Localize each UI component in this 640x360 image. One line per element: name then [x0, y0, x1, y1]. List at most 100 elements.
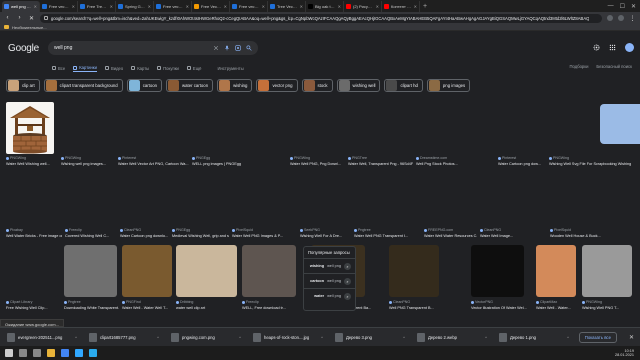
- start-icon[interactable]: [5, 349, 13, 357]
- result-source[interactable]: Pngtree: [64, 300, 81, 304]
- download-item[interactable]: Дерево 3.png ^: [332, 330, 408, 344]
- tools-button[interactable]: Инструменты: [217, 64, 243, 72]
- suggestion-chip[interactable]: stock: [301, 79, 333, 92]
- maximize-icon[interactable]: ☐: [620, 3, 625, 10]
- download-item[interactable]: clipart1685777.png ^: [86, 330, 162, 344]
- search-box[interactable]: well png: [48, 41, 258, 55]
- chevron-up-icon[interactable]: ^: [321, 335, 323, 340]
- result-source[interactable]: Freeclip: [65, 228, 82, 232]
- clock[interactable]: 10:19 28.01.2021: [615, 349, 640, 358]
- side-panel-preview[interactable]: [600, 104, 640, 144]
- close-tab-icon[interactable]: ✕: [34, 4, 37, 9]
- result-source[interactable]: Pixabay: [6, 228, 23, 232]
- search-icon[interactable]: [246, 45, 252, 51]
- chrome-icon[interactable]: [61, 349, 69, 357]
- related-item[interactable]: cartoon well png ⌕: [304, 273, 355, 288]
- result-image[interactable]: [582, 245, 632, 297]
- result-title[interactable]: Water Cartoon png dow...: [498, 162, 546, 166]
- result-title[interactable]: Downloading White Transparent...: [64, 306, 119, 310]
- extension-icon[interactable]: [607, 15, 613, 21]
- result-source[interactable]: Clipart Library: [6, 300, 32, 304]
- suggestion-chip[interactable]: cartoon: [126, 79, 163, 92]
- result-source[interactable]: ClipartMax: [536, 300, 557, 304]
- download-item[interactable]: Дерево 2.webp ^: [414, 330, 490, 344]
- download-item[interactable]: evergreen-202511...png ^: [4, 330, 80, 344]
- suggestion-chip[interactable]: water cartoon: [166, 79, 214, 92]
- result-title[interactable]: Water Well - Water Well T...: [122, 306, 173, 310]
- close-icon[interactable]: ✕: [623, 334, 640, 341]
- result-title[interactable]: Water Well Image...: [480, 234, 547, 238]
- close-window-icon[interactable]: ✕: [631, 3, 636, 10]
- bookmark-item[interactable]: Необязательные...: [12, 25, 47, 30]
- browser-tab[interactable]: well png - Google ...✕: [2, 0, 40, 12]
- result-source[interactable]: VectorPNG: [471, 300, 493, 304]
- result-title[interactable]: Water Well PNG Transparent I...: [354, 234, 421, 238]
- tab-0[interactable]: Все: [52, 64, 65, 72]
- close-tab-icon[interactable]: ✕: [186, 4, 189, 9]
- minimize-icon[interactable]: —: [608, 3, 614, 10]
- result-source[interactable]: Dreamstime.com: [416, 156, 447, 160]
- result-title[interactable]: Water Cartoon png downlo...: [120, 234, 169, 238]
- chevron-up-icon[interactable]: ^: [75, 335, 77, 340]
- result-title[interactable]: Well PNG Transparent B...: [389, 306, 468, 310]
- tab-2[interactable]: Видео: [104, 64, 123, 72]
- suggestion-chip[interactable]: clip art: [6, 79, 40, 92]
- collections-link[interactable]: Подборки: [570, 64, 589, 69]
- result-source[interactable]: Dribbing: [176, 300, 193, 304]
- chevron-up-icon[interactable]: ^: [485, 335, 487, 340]
- tab-1[interactable]: Картинки: [73, 64, 97, 72]
- menu-icon[interactable]: ⋮: [629, 15, 636, 22]
- avatar[interactable]: [625, 43, 634, 52]
- result-title[interactable]: Water Well, Transparent Png - 96Sd4FUX8C…: [348, 162, 413, 166]
- url-text[interactable]: google.com/search?q=well+png&tbm=isch&ve…: [51, 16, 589, 21]
- result-source[interactable]: PNGWing: [61, 156, 81, 160]
- safesearch-link[interactable]: Безопасный поиск: [596, 64, 632, 69]
- back-icon[interactable]: ‹: [4, 15, 11, 21]
- microphone-icon[interactable]: [224, 45, 230, 51]
- result-source[interactable]: PNGWing: [290, 156, 310, 160]
- result-source[interactable]: PixelSquid: [232, 228, 253, 232]
- chevron-up-icon[interactable]: ^: [403, 335, 405, 340]
- result-source[interactable]: CleanPNG: [120, 228, 141, 232]
- close-tab-icon[interactable]: ✕: [338, 4, 341, 9]
- result-source[interactable]: PNGWing: [582, 300, 602, 304]
- suggestion-chip[interactable]: png images: [426, 79, 471, 92]
- result-image[interactable]: [6, 245, 58, 297]
- browser-tab[interactable]: (2) Рисуем...✕: [344, 0, 382, 12]
- search-icon[interactable]: [19, 349, 27, 357]
- result-title[interactable]: Water Well Wishing well...: [6, 162, 58, 166]
- close-tab-icon[interactable]: ✕: [300, 4, 303, 9]
- result-title[interactable]: Covered Wishing Well C...: [65, 234, 117, 238]
- browser-tab[interactable]: Spring Green Vec...✕: [116, 0, 154, 12]
- related-item[interactable]: water well png ⌕: [304, 288, 355, 303]
- omnibox[interactable]: google.com/search?q=well+png&tbm=isch&ve…: [40, 13, 602, 23]
- browser-tab[interactable]: Контент на канал...✕: [382, 0, 420, 12]
- result-source[interactable]: PixelSquid: [550, 228, 571, 232]
- result-image-well[interactable]: [6, 102, 54, 154]
- gear-icon[interactable]: [593, 44, 600, 51]
- browser-tab[interactable]: Big oak tree stock...✕: [306, 0, 344, 12]
- result-image[interactable]: [389, 245, 439, 297]
- tab-3[interactable]: Карты: [131, 64, 149, 72]
- search-input[interactable]: well png: [54, 45, 208, 51]
- result-source[interactable]: Pngtree: [354, 228, 371, 232]
- result-source[interactable]: PNGWing: [6, 156, 26, 160]
- result-source[interactable]: Pinterest: [498, 156, 516, 160]
- task-view-icon[interactable]: [33, 349, 41, 357]
- result-source[interactable]: PNGEgg: [172, 228, 190, 232]
- close-tab-icon[interactable]: ✕: [72, 4, 75, 9]
- result-image[interactable]: [64, 245, 117, 297]
- apps-grid-icon[interactable]: [609, 44, 616, 51]
- new-tab-icon[interactable]: +: [420, 3, 430, 10]
- result-source[interactable]: PNGTree: [348, 156, 367, 160]
- browser-tab[interactable]: Tree Vectors & Ill...✕: [268, 0, 306, 12]
- telegram-icon[interactable]: [89, 349, 97, 357]
- profile-icon[interactable]: [618, 15, 624, 21]
- close-tab-icon[interactable]: ✕: [148, 4, 151, 9]
- photoshop-icon[interactable]: [75, 349, 83, 357]
- download-item[interactable]: Дерево 1.png ^: [496, 330, 572, 344]
- chevron-up-icon[interactable]: ^: [239, 335, 241, 340]
- result-title[interactable]: water well clip art: [176, 306, 239, 310]
- result-source[interactable]: PNGWing: [549, 156, 569, 160]
- suggestion-chip[interactable]: wishing well: [336, 79, 381, 92]
